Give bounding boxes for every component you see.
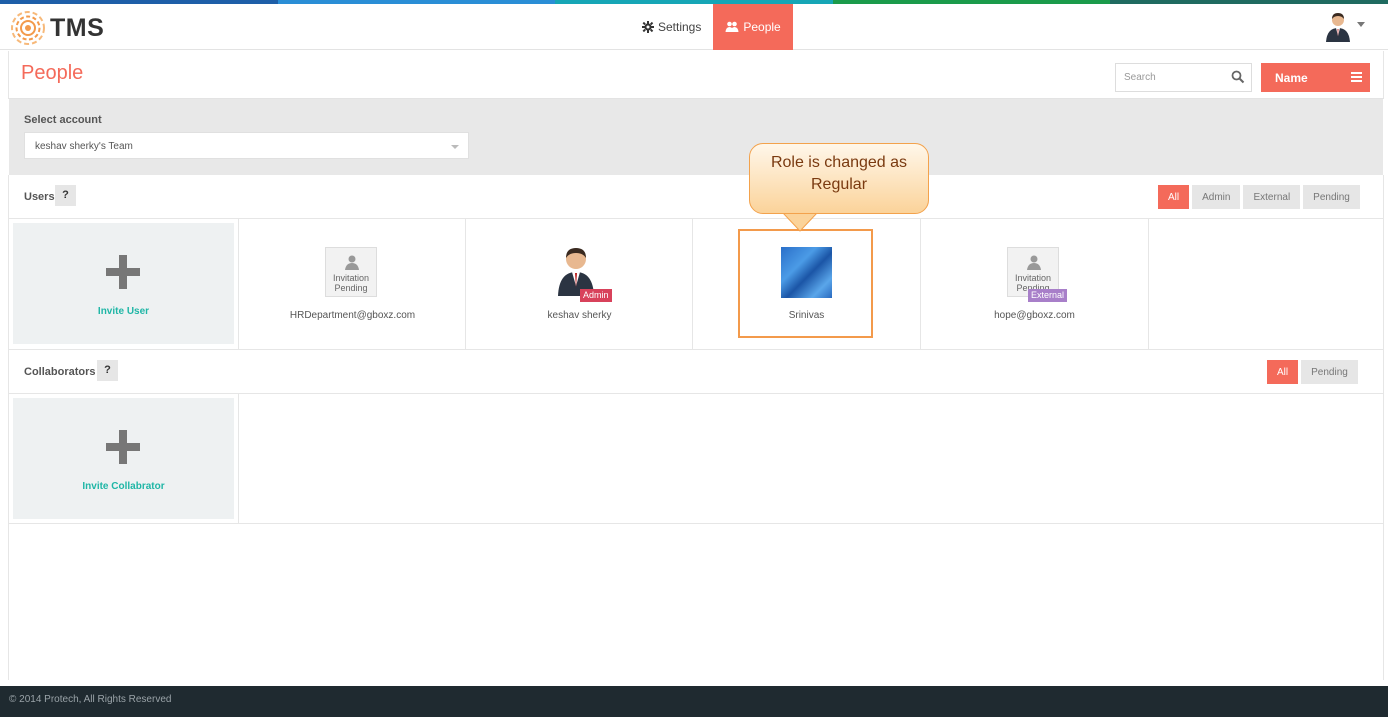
- plus-icon: [106, 255, 140, 289]
- page-titlebar: People Name: [8, 51, 1384, 99]
- users-title: Users: [24, 191, 55, 203]
- users-icon: [725, 21, 739, 32]
- admin-badge: Admin: [580, 289, 612, 302]
- logo-text: TMS: [50, 13, 105, 42]
- chevron-down-icon: [451, 145, 459, 149]
- users-filter-external[interactable]: External: [1243, 185, 1301, 209]
- empty-card-slot: [238, 394, 1383, 524]
- collaborators-title: Collaborators: [24, 366, 96, 378]
- page-title: People: [21, 62, 84, 84]
- gear-icon: [642, 21, 654, 33]
- collaborators-filter-pending[interactable]: Pending: [1301, 360, 1358, 384]
- users-grid: Invite User Invitation Pending HRDepartm…: [9, 219, 1383, 350]
- user-name: hope@gboxz.com: [994, 310, 1075, 321]
- callout-pointer: [783, 213, 817, 232]
- invitation-pending-avatar: Invitation Pending: [325, 247, 377, 297]
- users-filter-admin[interactable]: Admin: [1192, 185, 1241, 209]
- search-input[interactable]: [1116, 64, 1226, 91]
- hamburger-menu-icon: [1351, 72, 1362, 82]
- highlight-box: [738, 229, 873, 338]
- sort-name-button[interactable]: Name: [1261, 63, 1370, 92]
- account-select-value: keshav sherky's Team: [35, 141, 133, 152]
- logo[interactable]: TMS: [10, 9, 104, 47]
- users-filter-all[interactable]: All: [1158, 185, 1190, 209]
- nav-people-label: People: [743, 20, 781, 34]
- main-nav: Settings People: [630, 4, 793, 50]
- users-section-header: Users ? All Admin External Pending: [9, 175, 1383, 219]
- user-avatar-icon[interactable]: [1325, 12, 1351, 42]
- footer: © 2014 Protech, All Rights Reserved: [0, 686, 1388, 717]
- plus-icon: [106, 430, 140, 464]
- user-card[interactable]: Invitation Pending External hope@gboxz.c…: [920, 219, 1148, 349]
- search-box: [1115, 63, 1252, 92]
- collaborators-filter-group: All Pending: [1264, 360, 1358, 384]
- nav-settings-label: Settings: [658, 20, 702, 34]
- sort-name-label: Name: [1275, 70, 1308, 85]
- page: TMS Settings People People Search Name S…: [0, 0, 1388, 717]
- callout-line-1: Role is changed as: [770, 154, 908, 171]
- user-name: keshav sherky: [547, 310, 612, 321]
- search-icon[interactable]: [1231, 70, 1245, 84]
- nav-people[interactable]: People: [713, 4, 793, 50]
- footer-copyright: © 2014 Protech, All Rights Reserved: [9, 694, 172, 705]
- callout-text: Role is changed as Regular: [750, 152, 928, 196]
- user-name: HRDepartment@gboxz.com: [289, 310, 416, 321]
- external-badge: External: [1028, 289, 1068, 302]
- invite-user-button[interactable]: Invite User: [13, 223, 234, 344]
- invitation-pending-text: Invitation Pending: [332, 273, 370, 293]
- user-menu-chevron-down-icon[interactable]: [1357, 22, 1365, 27]
- invite-collaborator-label: Invite Collabrator: [82, 481, 165, 492]
- logo-sun-icon: [11, 11, 45, 45]
- users-filter-group: All Admin External Pending: [1155, 185, 1360, 209]
- account-select[interactable]: keshav sherky's Team: [24, 132, 469, 159]
- callout-line-2: Regular: [810, 176, 868, 193]
- collaborators-help-button[interactable]: ?: [97, 360, 118, 381]
- select-account-label: Select account: [24, 114, 102, 126]
- user-card[interactable]: Admin keshav sherky: [465, 219, 693, 349]
- collaborators-grid: Invite Collabrator: [9, 394, 1383, 524]
- person-icon: [1027, 255, 1041, 270]
- collaborators-section-header: Collaborators ? All Pending: [9, 350, 1383, 394]
- user-card[interactable]: Invitation Pending HRDepartment@gboxz.co…: [238, 219, 466, 349]
- invite-collaborator-button[interactable]: Invite Collabrator: [13, 398, 234, 519]
- select-account-panel: Select account keshav sherky's Team: [9, 99, 1383, 175]
- top-header: TMS Settings People: [0, 4, 1388, 50]
- collaborators-filter-all[interactable]: All: [1267, 360, 1299, 384]
- callout-annotation: Role is changed as Regular: [749, 143, 929, 214]
- nav-settings[interactable]: Settings: [630, 4, 713, 50]
- users-help-button[interactable]: ?: [55, 185, 76, 206]
- empty-card-slot: [1148, 219, 1376, 349]
- person-icon: [345, 255, 359, 270]
- invite-user-label: Invite User: [97, 306, 150, 317]
- users-filter-pending[interactable]: Pending: [1303, 185, 1360, 209]
